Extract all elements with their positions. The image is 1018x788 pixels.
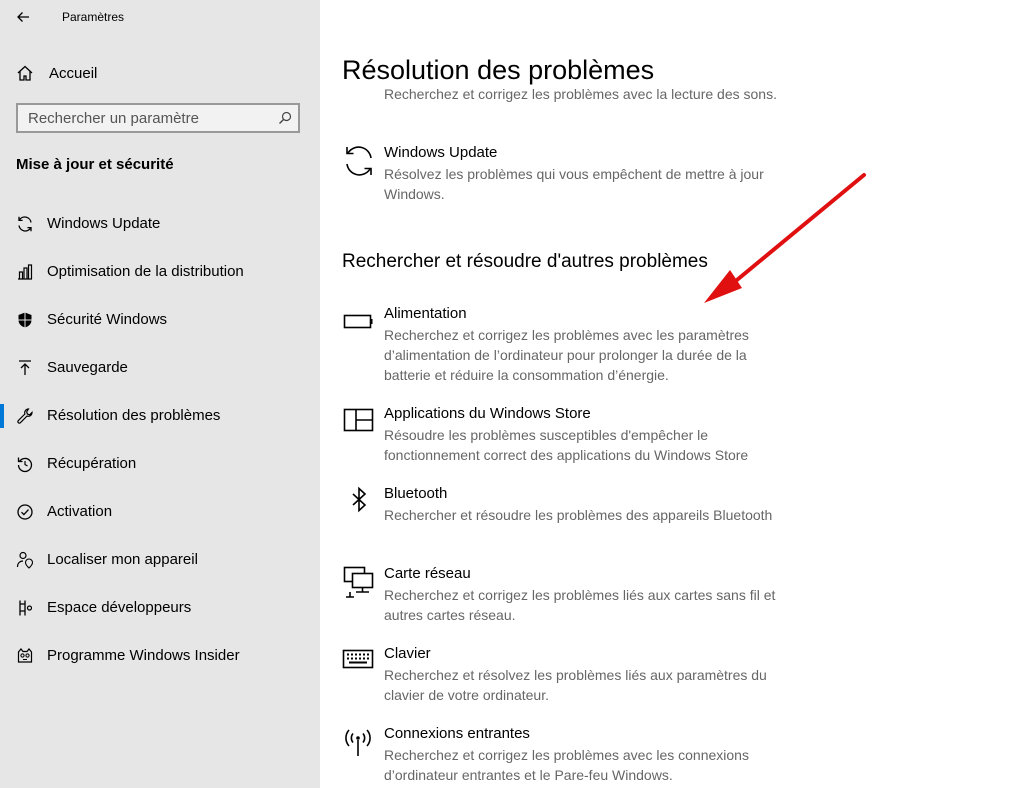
- check-circle-icon: [16, 503, 34, 521]
- battery-icon: [342, 305, 376, 339]
- troubleshooter-name: Applications du Windows Store: [384, 405, 591, 422]
- back-button[interactable]: [10, 4, 36, 30]
- backup-arrow-icon: [16, 359, 34, 377]
- shield-icon: [16, 311, 34, 329]
- troubleshooter-power[interactable]: Alimentation Recherchez et corrigez les …: [342, 305, 802, 387]
- sidebar-item-label: Localiser mon appareil: [47, 551, 198, 568]
- section-title: Mise à jour et sécurité: [16, 156, 174, 173]
- sidebar-item-label: Programme Windows Insider: [47, 647, 240, 664]
- sidebar-item-label: Espace développeurs: [47, 599, 192, 616]
- back-arrow-icon: [17, 12, 29, 22]
- sidebar-item-activation[interactable]: Activation: [0, 492, 320, 532]
- sidebar-item-find-my-device[interactable]: Localiser mon appareil: [0, 540, 320, 580]
- troubleshooter-name: Connexions entrantes: [384, 725, 530, 742]
- recovery-icon: [16, 455, 34, 473]
- sidebar-item-recovery[interactable]: Récupération: [0, 444, 320, 484]
- network-adapter-icon: [342, 565, 376, 599]
- troubleshooter-name: Carte réseau: [384, 565, 471, 582]
- troubleshooter-description: Recherchez et corrigez les problèmes lié…: [384, 587, 776, 623]
- search-input[interactable]: [18, 105, 280, 131]
- search-icon[interactable]: [278, 111, 292, 125]
- troubleshooter-incoming-connections[interactable]: Connexions entrantes Recherchez et corri…: [342, 725, 802, 787]
- title-bar: Paramètres: [0, 0, 320, 34]
- app-title: Paramètres: [62, 10, 125, 24]
- troubleshooter-description: Recherchez et corrigez les problèmes ave…: [384, 747, 749, 783]
- settings-search-box[interactable]: [16, 103, 300, 133]
- troubleshooter-store-apps[interactable]: Applications du Windows Store Résoudre l…: [342, 405, 802, 467]
- troubleshooter-description: Recherchez et résolvez les problèmes lié…: [384, 667, 767, 703]
- sidebar-item-label: Activation: [47, 503, 113, 520]
- troubleshooter-name: Clavier: [384, 645, 431, 662]
- sidebar-item-label: Optimisation de la distribution: [47, 263, 244, 280]
- sidebar-item-windows-insider[interactable]: Programme Windows Insider: [0, 636, 320, 676]
- troubleshooter-bluetooth[interactable]: Bluetooth Rechercher et résoudre les pro…: [342, 485, 802, 547]
- troubleshooter-list[interactable]: Recherchez et corrigez les problèmes ave…: [320, 0, 1018, 788]
- wrench-icon: [16, 407, 34, 425]
- red-annotation-arrow: [704, 173, 866, 303]
- sync-icon: [16, 215, 34, 233]
- troubleshooter-description: Résoudre les problèmes susceptibles d'em…: [384, 427, 749, 463]
- main-content: Recherchez et corrigez les problèmes ave…: [320, 0, 1018, 788]
- troubleshooter-name: Windows Update: [384, 144, 498, 161]
- home-label: Accueil: [49, 65, 98, 82]
- troubleshooter-keyboard[interactable]: Clavier Recherchez et résolvez les probl…: [342, 645, 802, 707]
- home-nav-item[interactable]: Accueil: [0, 56, 320, 90]
- person-pin-icon: [16, 551, 34, 569]
- store-app-icon: [342, 405, 376, 439]
- bluetooth-icon: [342, 485, 376, 519]
- sidebar-item-developers[interactable]: Espace développeurs: [0, 588, 320, 628]
- sidebar-item-backup[interactable]: Sauvegarde: [0, 348, 320, 388]
- sidebar-item-label: Récupération: [47, 455, 137, 472]
- troubleshooter-description: Recherchez et corrigez les problèmes ave…: [384, 327, 749, 383]
- sidebar-item-label: Windows Update: [47, 215, 161, 232]
- home-icon: [16, 64, 34, 82]
- sidebar-item-label: Sécurité Windows: [47, 311, 168, 328]
- sidebar-item-windows-security[interactable]: Sécurité Windows: [0, 300, 320, 340]
- sidebar-item-label: Sauvegarde: [47, 359, 128, 376]
- developer-icon: [16, 599, 34, 617]
- sidebar-item-label: Résolution des problèmes: [47, 407, 221, 424]
- page-title: Résolution des problèmes: [342, 55, 842, 88]
- other-problems-heading: Rechercher et résoudre d'autres problème…: [342, 251, 708, 272]
- sidebar: Paramètres Accueil Mise à jour et sécuri…: [0, 0, 320, 788]
- antenna-icon: [342, 725, 376, 759]
- sidebar-item-delivery-optimization[interactable]: Optimisation de la distribution: [0, 252, 320, 292]
- sync-icon: [342, 144, 376, 178]
- troubleshooter-description: Rechercher et résoudre les problèmes des…: [384, 507, 773, 523]
- insider-cat-icon: [16, 647, 34, 665]
- delivery-optimization-icon: [16, 263, 34, 281]
- troubleshooter-network-adapter[interactable]: Carte réseau Recherchez et corrigez les …: [342, 565, 802, 627]
- sidebar-item-windows-update[interactable]: Windows Update: [0, 204, 320, 244]
- sidebar-item-troubleshoot[interactable]: Résolution des problèmes: [0, 396, 320, 436]
- troubleshooter-name: Bluetooth: [384, 485, 448, 502]
- keyboard-icon: [342, 645, 376, 679]
- troubleshooter-name: Alimentation: [384, 305, 467, 322]
